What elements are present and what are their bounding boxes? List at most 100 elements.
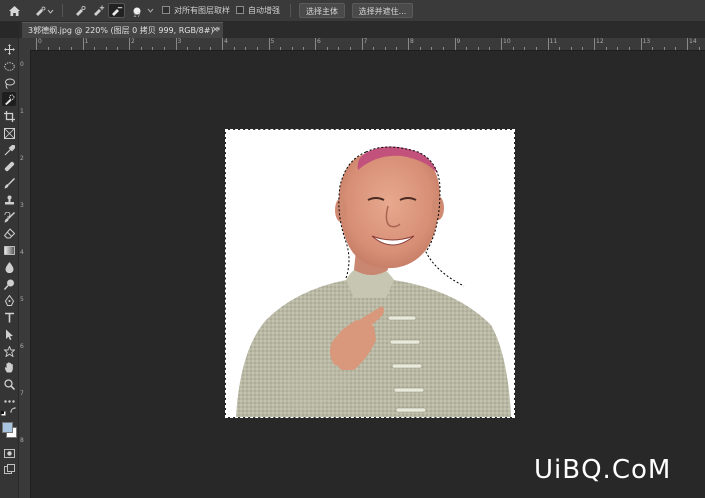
gradient-tool-icon[interactable] — [2, 243, 16, 257]
ruler-tick-mark — [535, 47, 537, 50]
ruler-tick-mark — [384, 47, 386, 50]
ruler-tick-label: 1 — [20, 108, 24, 115]
ruler-tick-label: 2 — [131, 38, 135, 45]
separator — [62, 4, 63, 17]
frame-tool-icon[interactable] — [2, 126, 16, 140]
ruler-tick-mark — [454, 38, 456, 50]
ruler-tick-mark — [36, 38, 37, 50]
blur-tool-icon[interactable] — [2, 260, 16, 274]
quick-selection-tool-icon[interactable] — [2, 92, 16, 106]
new-selection-mode-button[interactable] — [73, 3, 88, 18]
ruler-tick-mark — [291, 47, 293, 50]
chevron-down-icon[interactable] — [146, 3, 154, 18]
more-tools-icon[interactable] — [2, 394, 16, 408]
subtract-from-selection-button[interactable] — [108, 3, 125, 18]
ruler-tick-mark — [663, 47, 665, 50]
custom-shape-tool-icon[interactable] — [2, 344, 16, 358]
ruler-tick-mark — [431, 47, 433, 50]
ruler-corner — [19, 38, 30, 51]
eyedropper-tool-icon[interactable] — [2, 143, 16, 157]
document-tab[interactable]: 3郭德纲.jpg @ 220% (图层 0 拷贝 999, RGB/8#) * … — [22, 22, 223, 38]
tools-panel — [0, 38, 19, 498]
auto-enhance-checkbox[interactable] — [236, 6, 244, 14]
ruler-tick-mark — [698, 47, 700, 50]
hand-tool-icon[interactable] — [2, 360, 16, 374]
ruler-tick-label: 6 — [317, 38, 321, 45]
zoom-tool-icon[interactable] — [2, 377, 16, 391]
eraser-tool-icon[interactable] — [2, 226, 16, 240]
ruler-tick-mark — [652, 47, 654, 50]
sample-all-layers-checkbox[interactable] — [162, 6, 170, 14]
foreground-color-swatch[interactable] — [2, 422, 13, 433]
quick-mask-icon[interactable] — [2, 446, 16, 460]
ruler-tick-label: 5 — [20, 296, 24, 303]
clone-stamp-tool-icon[interactable] — [2, 193, 16, 207]
brush-size-value: 17 — [133, 12, 141, 19]
swap-colors-icon[interactable] — [10, 407, 17, 417]
ruler-tick-mark — [210, 47, 212, 50]
dodge-tool-icon[interactable] — [2, 277, 16, 291]
path-selection-tool-icon[interactable] — [2, 327, 16, 341]
ruler-tick-mark — [175, 38, 177, 50]
ruler-tick-mark — [129, 38, 130, 50]
ruler-tick-label: 4 — [224, 38, 228, 45]
add-to-selection-button[interactable] — [91, 3, 106, 18]
ruler-tick-mark — [396, 47, 398, 50]
type-tool-icon[interactable] — [2, 310, 16, 324]
history-brush-tool-icon[interactable] — [2, 210, 16, 224]
ruler-tick-label: 11 — [549, 38, 558, 45]
lasso-tool-icon[interactable] — [2, 76, 16, 90]
marquee-tool-icon[interactable] — [2, 59, 16, 73]
auto-enhance-label: 自动增强 — [248, 6, 280, 15]
move-tool-icon[interactable] — [2, 42, 16, 56]
select-and-mask-button[interactable]: 选择并遮住... — [352, 3, 413, 18]
selection-marquee — [225, 129, 515, 418]
ruler-tick-mark — [152, 47, 154, 50]
pen-tool-icon[interactable] — [2, 293, 16, 307]
ruler-tick-mark — [47, 47, 49, 50]
ruler-tick-mark — [570, 47, 572, 50]
healing-brush-tool-icon[interactable] — [2, 159, 16, 173]
ruler-tick-mark — [303, 47, 305, 50]
ruler-tick-mark — [605, 47, 607, 50]
ruler-tick-mark — [268, 38, 270, 50]
ruler-tick-label: 10 — [503, 38, 511, 45]
horizontal-ruler[interactable]: 0 1 2 3 4 5 6 7 8 9 10 11 12 13 14 — [30, 38, 705, 51]
ruler-tick-mark — [163, 47, 165, 50]
ruler-tick-mark — [326, 47, 328, 50]
ruler-tick-label: 3 — [20, 202, 24, 209]
crop-tool-icon[interactable] — [2, 109, 16, 123]
ruler-tick-mark — [442, 47, 444, 50]
ruler-tick-label: 8 — [410, 38, 414, 45]
screen-mode-icon[interactable] — [2, 462, 16, 476]
ruler-tick-label: 14 — [689, 38, 697, 45]
ruler-tick-mark — [501, 38, 502, 50]
ruler-tick-mark — [140, 47, 142, 50]
ruler-tick-label: 7 — [363, 38, 368, 45]
ruler-tick-mark — [315, 38, 316, 50]
ruler-tick-mark — [466, 47, 468, 50]
options-bar: 17 对所有图层取样 自动增强 选择主体 选择并遮住... — [0, 0, 705, 22]
tool-preset-picker[interactable] — [33, 3, 55, 18]
vertical-ruler[interactable]: 0 1 2 3 4 5 6 7 8 — [19, 51, 31, 498]
ruler-tick-label: 0 — [38, 38, 42, 45]
brush-tool-icon[interactable] — [2, 176, 16, 190]
ruler-tick-label: 4 — [20, 249, 24, 256]
separator — [290, 4, 291, 17]
default-colors-icon[interactable] — [1, 408, 9, 419]
document-tab-title: 3郭德纲.jpg @ 220% (图层 0 拷贝 999, RGB/8#) * — [28, 26, 221, 35]
ruler-tick-label: 9 — [456, 38, 461, 45]
ruler-tick-mark — [105, 47, 107, 50]
ruler-tick-mark — [233, 47, 235, 50]
ruler-tick-mark — [582, 47, 584, 50]
ruler-tick-label: 1 — [84, 38, 89, 45]
ruler-tick-label: 2 — [20, 155, 24, 162]
ruler-tick-mark — [559, 47, 561, 50]
ruler-tick-label: 6 — [20, 343, 24, 350]
select-subject-button[interactable]: 选择主体 — [299, 3, 345, 18]
ruler-tick-mark — [256, 47, 258, 50]
close-icon[interactable]: × — [211, 25, 219, 35]
ruler-tick-mark — [687, 38, 688, 50]
watermark-text: UiBQ.CoM — [534, 455, 672, 485]
home-icon[interactable] — [6, 3, 22, 18]
